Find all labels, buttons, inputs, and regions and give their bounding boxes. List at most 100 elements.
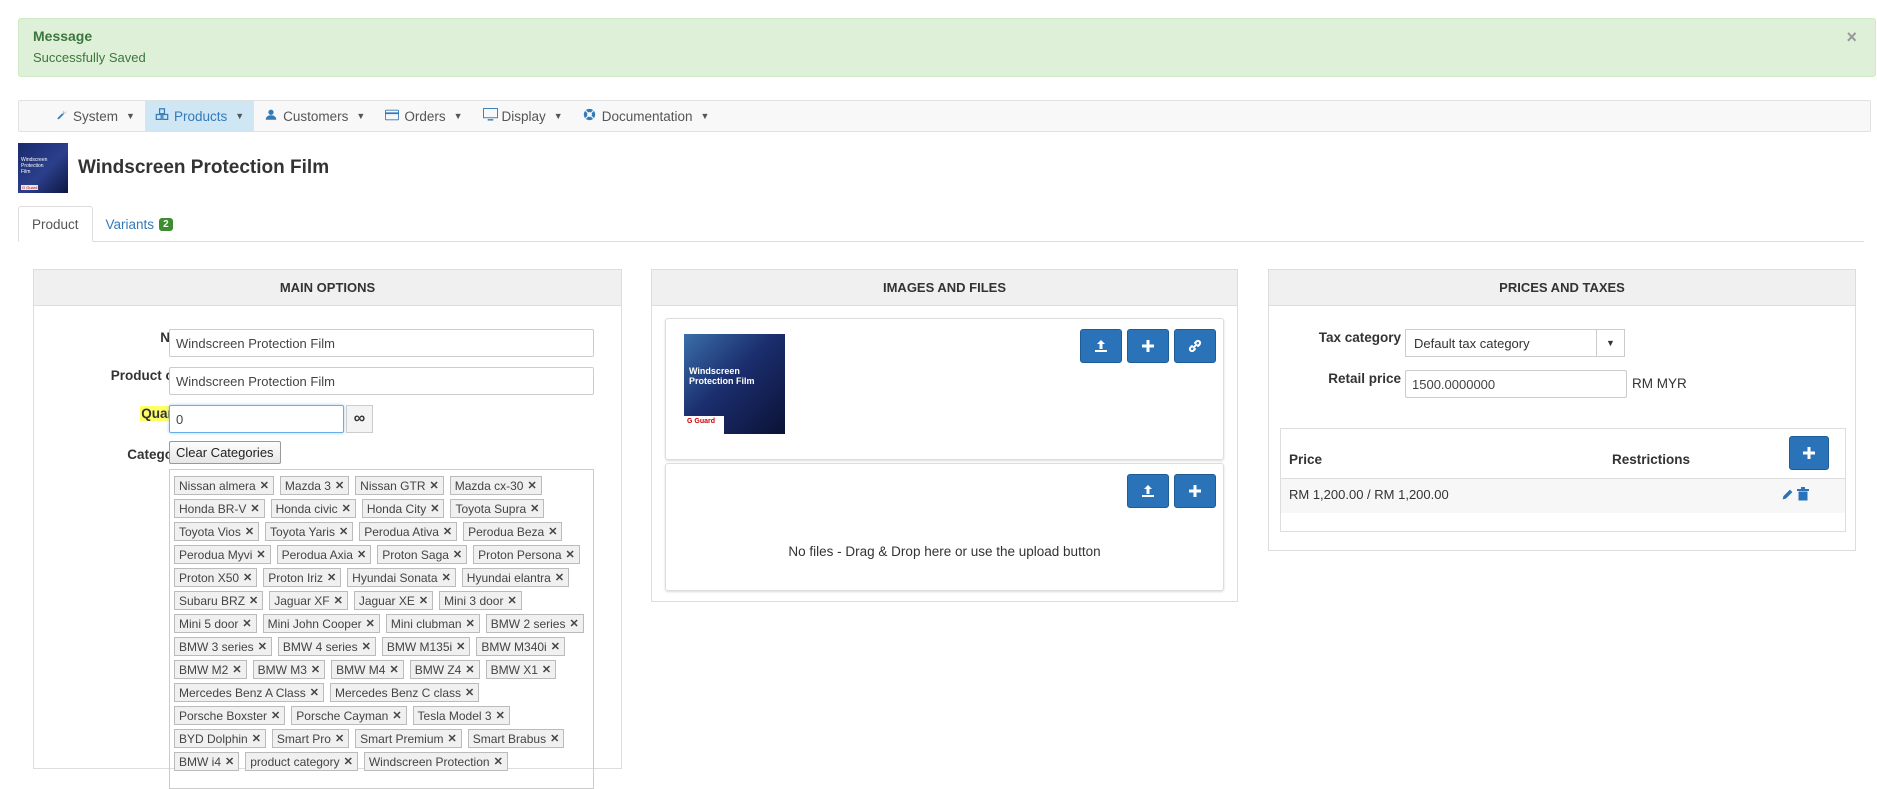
remove-tag-icon[interactable]: ✕	[430, 502, 439, 515]
remove-tag-icon[interactable]: ✕	[569, 617, 578, 630]
category-tag-label: product category	[250, 754, 340, 769]
files-dropzone[interactable]: No files - Drag & Drop here or use the u…	[665, 463, 1224, 591]
remove-tag-icon[interactable]: ✕	[548, 525, 557, 538]
remove-tag-icon[interactable]: ✕	[466, 617, 475, 630]
remove-tag-icon[interactable]: ✕	[225, 755, 234, 768]
category-tag-label: Proton Saga	[382, 547, 449, 562]
close-icon[interactable]: ×	[1846, 27, 1857, 48]
remove-tag-icon[interactable]: ✕	[258, 640, 267, 653]
nav-customers[interactable]: Customers ▼	[254, 101, 375, 131]
remove-tag-icon[interactable]: ✕	[551, 640, 560, 653]
remove-tag-icon[interactable]: ✕	[389, 663, 398, 676]
category-tag: Toyota Supra ✕	[450, 499, 545, 518]
category-tag: Mini clubman ✕	[385, 614, 480, 633]
upload-file-button[interactable]	[1127, 474, 1169, 508]
nav-display[interactable]: Display ▼	[473, 101, 573, 131]
add-image-button[interactable]	[1127, 329, 1169, 363]
tax-category-select[interactable]: Default tax category ▼	[1405, 329, 1625, 357]
remove-tag-icon[interactable]: ✕	[443, 525, 452, 538]
remove-tag-icon[interactable]: ✕	[242, 617, 251, 630]
remove-tag-icon[interactable]: ✕	[530, 502, 539, 515]
category-tag-label: Proton Persona	[478, 547, 562, 562]
remove-tag-icon[interactable]: ✕	[430, 479, 439, 492]
remove-tag-icon[interactable]: ✕	[550, 732, 559, 745]
remove-tag-icon[interactable]: ✕	[260, 479, 269, 492]
category-tag-label: Perodua Myvi	[179, 547, 253, 562]
nav-documentation[interactable]: Documentation ▼	[573, 101, 720, 131]
chevron-down-icon[interactable]: ▼	[1596, 330, 1624, 356]
remove-tag-icon[interactable]: ✕	[339, 525, 348, 538]
remove-tag-icon[interactable]: ✕	[555, 571, 564, 584]
product-tabs: Product Variants 2	[18, 206, 1864, 242]
category-tag: Hyundai elantra ✕	[461, 568, 570, 587]
remove-tag-icon[interactable]: ✕	[392, 709, 401, 722]
remove-tag-icon[interactable]: ✕	[335, 732, 344, 745]
remove-tag-icon[interactable]: ✕	[494, 755, 503, 768]
clear-categories-button[interactable]: Clear Categories	[169, 441, 281, 464]
category-tag: BMW M4 ✕	[331, 660, 404, 679]
remove-tag-icon[interactable]: ✕	[271, 709, 280, 722]
product-code-input[interactable]: Windscreen Protection Film	[169, 367, 594, 395]
remove-tag-icon[interactable]: ✕	[366, 617, 375, 630]
remove-tag-icon[interactable]: ✕	[456, 640, 465, 653]
add-price-button[interactable]	[1789, 436, 1829, 470]
remove-tag-icon[interactable]: ✕	[362, 640, 371, 653]
category-tag: Mercedes Benz A Class ✕	[174, 683, 324, 702]
category-tag: BMW 2 series ✕	[485, 614, 584, 633]
remove-tag-icon[interactable]: ✕	[357, 548, 366, 561]
remove-tag-icon[interactable]: ✕	[310, 686, 319, 699]
name-input[interactable]: Windscreen Protection Film	[169, 329, 594, 357]
quantity-input[interactable]: 0	[169, 405, 344, 433]
remove-tag-icon[interactable]: ✕	[465, 686, 474, 699]
remove-tag-icon[interactable]: ✕	[465, 663, 474, 676]
link-image-button[interactable]	[1174, 329, 1216, 363]
remove-tag-icon[interactable]: ✕	[232, 663, 241, 676]
prices-taxes-heading: PRICES AND TAXES	[1269, 270, 1855, 306]
nav-products[interactable]: Products ▼	[144, 101, 255, 131]
alert-title: Message	[33, 28, 93, 44]
remove-tag-icon[interactable]: ✕	[419, 594, 428, 607]
remove-tag-icon[interactable]: ✕	[442, 571, 451, 584]
remove-tag-icon[interactable]: ✕	[342, 502, 351, 515]
nav-orders[interactable]: Orders ▼	[375, 101, 472, 131]
tab-variants[interactable]: Variants 2	[93, 206, 186, 242]
edit-icon[interactable]	[1781, 488, 1794, 504]
remove-tag-icon[interactable]: ✕	[344, 755, 353, 768]
nav-system[interactable]: System ▼	[44, 101, 145, 131]
images-dropzone[interactable]: Windscreen Protection Film G Guard	[665, 318, 1224, 460]
remove-tag-icon[interactable]: ✕	[542, 663, 551, 676]
remove-tag-icon[interactable]: ✕	[256, 548, 265, 561]
category-tag-label: Mini clubman	[390, 616, 462, 631]
remove-tag-icon[interactable]: ✕	[311, 663, 320, 676]
category-tag-label: Honda BR-V	[179, 501, 247, 516]
remove-tag-icon[interactable]: ✕	[250, 502, 259, 515]
remove-tag-icon[interactable]: ✕	[448, 732, 457, 745]
upload-image-button[interactable]	[1080, 329, 1122, 363]
chevron-down-icon: ▼	[126, 111, 135, 121]
add-file-button[interactable]	[1174, 474, 1216, 508]
remove-tag-icon[interactable]: ✕	[245, 525, 254, 538]
retail-price-input[interactable]: 1500.0000000	[1405, 370, 1627, 398]
nav-system-label: System	[73, 108, 119, 124]
remove-tag-icon[interactable]: ✕	[507, 594, 516, 607]
remove-tag-icon[interactable]: ✕	[453, 548, 462, 561]
remove-tag-icon[interactable]: ✕	[334, 594, 343, 607]
remove-tag-icon[interactable]: ✕	[335, 479, 344, 492]
remove-tag-icon[interactable]: ✕	[527, 479, 536, 492]
remove-tag-icon[interactable]: ✕	[496, 709, 505, 722]
category-tag: Smart Premium ✕	[355, 729, 462, 748]
categories-tag-box[interactable]: Nissan almera ✕ Mazda 3 ✕ Nissan GTR ✕ Mazda c…	[169, 469, 594, 789]
price-table: Price Restrictions RM 1,200.00 / RM 1,20…	[1280, 428, 1846, 532]
infinity-button[interactable]: ∞	[346, 405, 373, 433]
category-tag-label: BMW X1	[490, 662, 538, 677]
product-image[interactable]: Windscreen Protection Film G Guard	[684, 334, 785, 434]
remove-tag-icon[interactable]: ✕	[249, 594, 258, 607]
tab-product[interactable]: Product	[18, 206, 93, 242]
trash-icon[interactable]	[1797, 487, 1809, 504]
success-alert: Message Successfully Saved ×	[18, 18, 1876, 77]
images-files-heading: IMAGES AND FILES	[652, 270, 1237, 306]
remove-tag-icon[interactable]: ✕	[327, 571, 336, 584]
remove-tag-icon[interactable]: ✕	[243, 571, 252, 584]
remove-tag-icon[interactable]: ✕	[252, 732, 261, 745]
remove-tag-icon[interactable]: ✕	[566, 548, 575, 561]
